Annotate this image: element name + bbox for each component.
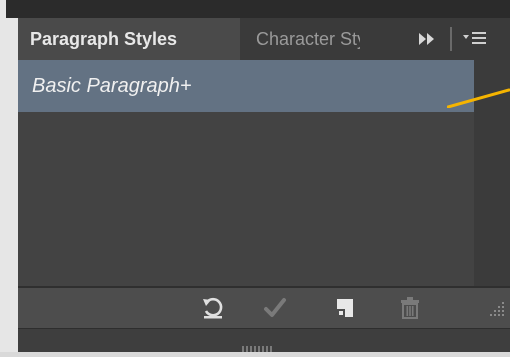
delete-style-button[interactable] — [396, 294, 424, 322]
paragraph-styles-panel: Paragraph Styles Character Styles — [18, 18, 510, 352]
checkmark-icon — [264, 298, 286, 317]
trash-icon — [401, 297, 419, 319]
tab-paragraph-styles-label: Paragraph Styles — [30, 29, 178, 49]
tab-character-styles-label: Character Styles — [256, 29, 360, 49]
list-item-label: Basic Paragraph+ — [32, 75, 192, 97]
tab-paragraph-styles[interactable]: Paragraph Styles — [18, 18, 240, 60]
tab-bar-separator — [450, 27, 452, 51]
new-style-icon — [337, 299, 353, 317]
double-chevron-right-icon[interactable] — [416, 28, 438, 50]
clear-overrides-button[interactable] — [199, 294, 227, 322]
new-style-button[interactable] — [331, 294, 359, 322]
scrollbar[interactable] — [474, 60, 510, 286]
panel-footer — [18, 288, 510, 328]
clear-overrides-icon — [203, 297, 223, 319]
resize-grip[interactable] — [488, 300, 506, 318]
window-frame: Paragraph Styles Character Styles — [0, 0, 510, 352]
panel-resize-handle[interactable] — [242, 339, 274, 352]
panel-tab-bar: Paragraph Styles Character Styles — [18, 18, 510, 60]
tab-character-styles[interactable]: Character Styles — [240, 18, 360, 60]
panel-top-strip — [6, 0, 510, 18]
styles-list: Basic Paragraph+ — [18, 60, 490, 286]
redefine-style-button[interactable] — [261, 294, 289, 322]
panel-bottom-bar — [18, 328, 510, 352]
list-item[interactable]: Basic Paragraph+ — [18, 60, 474, 112]
panel-menu-icon[interactable] — [462, 27, 488, 51]
